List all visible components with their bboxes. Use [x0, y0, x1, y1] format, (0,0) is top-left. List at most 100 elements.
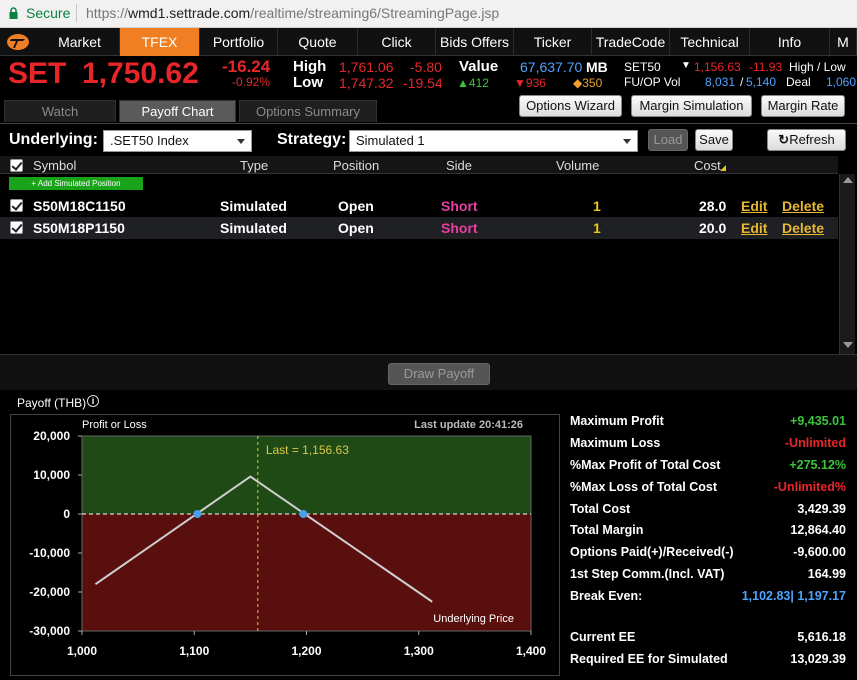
nav-item-bids-offers[interactable]: Bids Offers [436, 28, 514, 56]
url-separator [76, 4, 77, 22]
row-edit-link[interactable]: Edit [741, 198, 767, 214]
tab-payoff-chart[interactable]: Payoff Chart [119, 100, 236, 122]
deal-value: 1,060 [826, 75, 857, 89]
row-side: Short [441, 220, 478, 236]
row-edit-link[interactable]: Edit [741, 220, 767, 236]
up-arrow-icon: ▲ [457, 76, 469, 90]
table-row[interactable]: S50M18C1150 Simulated Open Short 1 28.0 Edit De… [0, 195, 838, 217]
draw-payoff-button[interactable]: Draw Payoff [388, 363, 490, 385]
url-text[interactable]: https://wmd1.settrade.com/realtime/strea… [86, 5, 499, 21]
summary-label: Options Paid(+)/Received(-) [570, 545, 734, 559]
row-checkbox[interactable] [10, 199, 23, 212]
summary-label: Required EE for Simulated [570, 652, 728, 666]
high-low-label: High / Low [789, 60, 846, 74]
col-type[interactable]: Type [240, 158, 268, 173]
summary-value: +275.12% [789, 458, 846, 472]
scroll-up-icon[interactable] [843, 177, 853, 183]
summary-value: 1,102.83| 1,197.17 [741, 589, 846, 603]
fuop-vol-b: 5,140 [746, 75, 777, 89]
grid-header: Symbol Type Position Side Volume Cost [0, 156, 838, 174]
summary-label: 1st Step Comm.(Incl. VAT) [570, 567, 725, 581]
summary-value: -Unlimited% [773, 480, 846, 494]
col-symbol[interactable]: Symbol [33, 158, 76, 173]
decliners-count: ▼936 [514, 76, 546, 90]
nav-item-quote[interactable]: Quote [278, 28, 358, 56]
summary-label: Maximum Loss [570, 436, 661, 450]
index-change: -16.24 [222, 57, 271, 76]
settrade-logo-icon[interactable] [6, 32, 30, 52]
secure-label: Secure [26, 5, 71, 21]
add-simulated-position-button[interactable]: + Add Simulated Position [9, 177, 143, 190]
row-type: Simulated [220, 220, 287, 236]
col-volume[interactable]: Volume [556, 158, 599, 173]
underlying-select[interactable]: .SET50 Index [103, 130, 252, 152]
col-cost[interactable]: Cost [694, 158, 721, 173]
summary-value: -Unlimited [784, 436, 846, 450]
low-label: Low [293, 74, 323, 91]
chevron-down-icon [623, 139, 631, 144]
row-symbol: S50M18P1150 [33, 220, 125, 236]
fuop-vol-a: 8,031 [705, 75, 736, 89]
nav-item-market[interactable]: Market [40, 28, 120, 56]
summary-label: %Max Profit of Total Cost [570, 458, 721, 472]
fuop-slash: / [740, 75, 744, 89]
set50-dropdown-icon[interactable]: ▼ [681, 60, 691, 71]
refresh-button[interactable]: ↻Refresh [767, 129, 846, 151]
value-unit: MB [586, 59, 608, 75]
index-change-pct: -0.92% [232, 75, 271, 89]
browser-address-bar[interactable]: Secure https://wmd1.settrade.com/realtim… [0, 0, 857, 28]
row-type: Simulated [220, 198, 287, 214]
select-all-checkbox[interactable] [10, 159, 23, 172]
value-amount: 67,637.70 [520, 59, 583, 75]
summary-label: Break Even: [570, 589, 643, 603]
high-change: -5.80 [410, 59, 442, 75]
tab-watch[interactable]: Watch [4, 100, 116, 122]
col-side[interactable]: Side [446, 158, 472, 173]
nav-item-technical[interactable]: Technical [670, 28, 750, 56]
nav-item-ticker[interactable]: Ticker [514, 28, 592, 56]
margin-simulation-button[interactable]: Margin Simulation [631, 95, 752, 117]
summary-value: 5,616.18 [797, 630, 846, 644]
nav-item-tradecode[interactable]: TradeCode [592, 28, 670, 56]
nav-item-tfex[interactable]: TFEX [120, 28, 200, 56]
row-position: Open [338, 198, 374, 214]
nav-item-m[interactable]: M [830, 28, 857, 56]
scroll-down-icon[interactable] [843, 342, 853, 348]
low-change: -19.54 [403, 75, 443, 91]
table-row[interactable]: S50M18P1150 Simulated Open Short 1 20.0 Edit De… [0, 217, 838, 239]
strategy-select[interactable]: Simulated 1 [349, 130, 638, 152]
nav-item-portfolio[interactable]: Portfolio [200, 28, 278, 56]
summary-value: 164.99 [807, 567, 846, 581]
row-checkbox[interactable] [10, 221, 23, 234]
grid-scrollbar[interactable] [839, 174, 855, 354]
set50-label: SET50 [624, 60, 661, 74]
row-delete-link[interactable]: Delete [782, 220, 824, 236]
options-wizard-button[interactable]: Options Wizard [519, 95, 622, 117]
draw-payoff-bar: Draw Payoff [0, 354, 857, 390]
summary-value: 3,429.39 [797, 502, 846, 516]
tab-bar: Watch Payoff Chart Options Summary Optio… [0, 94, 857, 124]
tab-options-summary[interactable]: Options Summary [239, 100, 377, 122]
chevron-down-icon [237, 139, 245, 144]
summary-label: Maximum Profit [570, 414, 664, 428]
load-button[interactable]: Load [648, 129, 688, 151]
strategy-label: Strategy: [277, 131, 347, 148]
payoff-panel: Payoff (THB) i 20,000 10,000 0 -10,000 -20,0… [0, 390, 857, 680]
row-delete-link[interactable]: Delete [782, 198, 824, 214]
market-quote-bar: SET 1,750.62 -16.24 -0.92% High Low 1,76… [0, 56, 857, 94]
advancers-count: ▲412 [457, 76, 489, 90]
fuop-vol-label: FU/OP Vol [624, 75, 681, 89]
low-value: 1,747.32 [339, 75, 394, 91]
summary-value: +9,435.01 [790, 414, 846, 428]
main-nav: Market TFEX Portfolio Quote Click Bids Offers… [0, 28, 857, 56]
row-cost: 28.0 [699, 198, 727, 214]
col-position[interactable]: Position [333, 158, 379, 173]
sort-indicator-icon [720, 165, 726, 171]
save-button[interactable]: Save [695, 129, 733, 151]
summary-label: Total Cost [570, 502, 631, 516]
nav-item-click[interactable]: Click [358, 28, 436, 56]
lock-icon [9, 7, 18, 19]
margin-rate-button[interactable]: Margin Rate [761, 95, 845, 117]
nav-item-info[interactable]: Info [750, 28, 830, 56]
value-label: Value [459, 58, 499, 75]
